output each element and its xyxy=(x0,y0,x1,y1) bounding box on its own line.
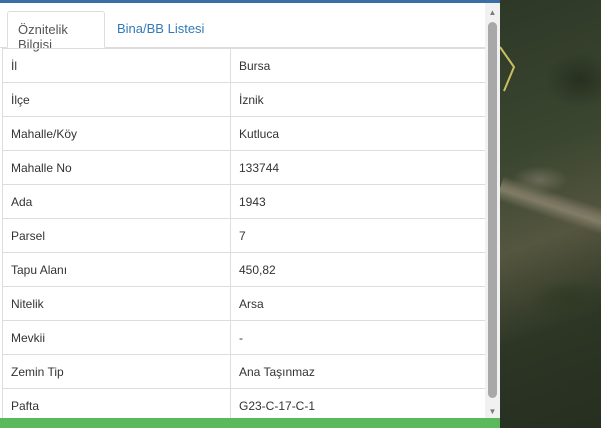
attribute-key: İlçe xyxy=(2,82,231,117)
table-row: Mahalle No 133744 xyxy=(2,150,486,185)
tab-building-list-label: Bina/BB Listesi xyxy=(117,21,205,36)
table-row: Zemin Tip Ana Taşınmaz xyxy=(2,354,486,389)
attribute-value: Ana Taşınmaz xyxy=(230,354,486,389)
attribute-panel: Öznitelik Bilgisi Bina/BB Listesi İl Burs… xyxy=(0,0,500,428)
table-row: Tapu Alanı 450,82 xyxy=(2,252,486,287)
attribute-key: Zemin Tip xyxy=(2,354,231,389)
attribute-key: İl xyxy=(2,48,231,83)
table-row: İlçe İznik xyxy=(2,82,486,117)
attribute-key: Nitelik xyxy=(2,286,231,321)
attribute-key: Tapu Alanı xyxy=(2,252,231,287)
bottom-status-bar xyxy=(0,418,500,428)
attribute-key: Mevkii xyxy=(2,320,231,355)
attribute-key: Parsel xyxy=(2,218,231,253)
attribute-key: Ada xyxy=(2,184,231,219)
attribute-value: 7 xyxy=(230,218,486,253)
attribute-key: Mahalle No xyxy=(2,150,231,185)
attribute-value: 450,82 xyxy=(230,252,486,287)
scroll-up-icon[interactable]: ▲ xyxy=(485,6,500,20)
attribute-value: 1943 xyxy=(230,184,486,219)
table-row: Nitelik Arsa xyxy=(2,286,486,321)
attribute-value: İznik xyxy=(230,82,486,117)
attribute-value: - xyxy=(230,320,486,355)
tab-bar: Öznitelik Bilgisi Bina/BB Listesi xyxy=(0,6,485,52)
tab-attribute-info[interactable]: Öznitelik Bilgisi xyxy=(7,11,105,52)
map-road xyxy=(500,175,601,238)
tab-building-list[interactable]: Bina/BB Listesi xyxy=(107,11,214,48)
attribute-value: Kutluca xyxy=(230,116,486,151)
table-row: Mevkii - xyxy=(2,320,486,355)
scroll-down-icon[interactable]: ▼ xyxy=(485,405,500,419)
vertical-scrollbar[interactable]: ▲ ▼ xyxy=(485,3,500,421)
table-row: Ada 1943 xyxy=(2,184,486,219)
attribute-value: Arsa xyxy=(230,286,486,321)
attribute-table: İl Bursa İlçe İznik Mahalle/Köy Kutluca Mahall… xyxy=(2,48,486,423)
table-row: Mahalle/Köy Kutluca xyxy=(2,116,486,151)
attribute-value: 133744 xyxy=(230,150,486,185)
table-row: Parsel 7 xyxy=(2,218,486,253)
parcel-outline xyxy=(499,46,516,92)
table-row: İl Bursa xyxy=(2,48,486,83)
attribute-key: Mahalle/Köy xyxy=(2,116,231,151)
scroll-thumb[interactable] xyxy=(488,22,497,398)
attribute-value: Bursa xyxy=(230,48,486,83)
